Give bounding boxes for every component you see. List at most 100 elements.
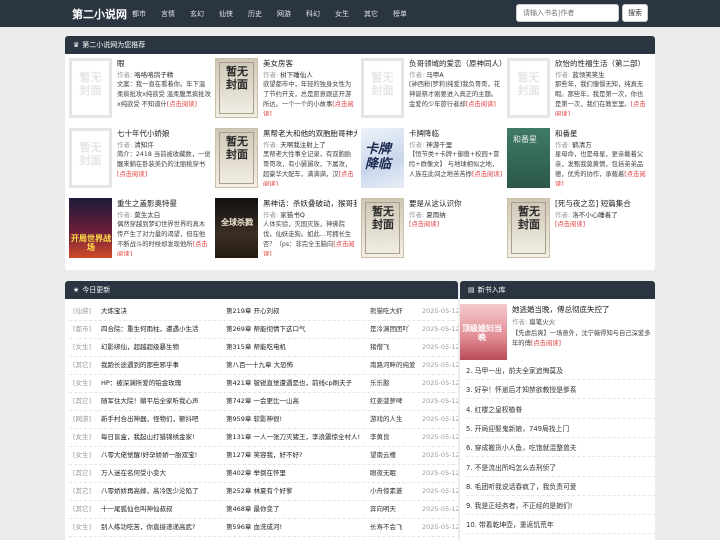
featured-book[interactable]: 顶级媳妇当晚 她逃婚当晚，傅总彻底失控了 作者: 扁笔火火 【先虐后爽】一场意外… [460, 304, 655, 364]
nav-item-wangyou[interactable]: 网游 [277, 9, 291, 19]
recommend-item[interactable]: 全球杀戮 黑神话：杀妖叠破动，猴哥我又又义作者: 家猫书Q人体实验，灭国灭族，神佛… [211, 198, 357, 262]
book-cover[interactable]: 暂无封面 [69, 58, 112, 118]
read-more-link[interactable]: [点击阅读] [531, 340, 561, 347]
nav-item-xianxia[interactable]: 仙侠 [219, 9, 233, 19]
featured-title[interactable]: 她逃婚当晚，傅总彻底失控了 [512, 304, 657, 315]
list-item[interactable]: 3. 好孕！怀崽后才知禁欲教授是爹系 [466, 382, 656, 400]
row-chapter[interactable]: 第252章 林夏有个好爹 [226, 483, 366, 501]
book-title[interactable]: 重生之盖影奥特曼 [117, 198, 211, 209]
recommend-item[interactable]: 暂无封面 眼作者: 咯咯咯鸽子精 文案：我一直在看着你。年下温柔疯批攻x纯欲受 温柔… [65, 58, 211, 122]
list-item[interactable]: 7. 不是流出所吗怎么去刑侦了 [466, 460, 656, 477]
row-chapter[interactable]: 第468章 最你变了 [226, 501, 366, 519]
recommend-item[interactable]: 暂无封面 七十年代小娇娘 作者: 清知许 简介：2418 当前被收藏数，一觉醒来躺在卧… [65, 128, 211, 192]
nav-item-yanqing[interactable]: 言情 [161, 9, 175, 19]
nav-item-nvsheng[interactable]: 女生 [335, 9, 349, 19]
recommend-item[interactable]: 暂无封面 黑帮老大和他的双胞胎哥神大哥作者: 天啊我注射上了黑帮老大性事全记录，有… [211, 128, 357, 192]
cover-text: 全球杀戮 [221, 218, 253, 227]
row-category[interactable]: [仙侠] [73, 303, 97, 321]
row-category[interactable]: [女生] [73, 447, 97, 465]
book-cover[interactable]: 暂无封面 [507, 58, 550, 118]
row-category[interactable]: [女生] [73, 519, 97, 537]
nav-item-kehuan[interactable]: 科幻 [306, 9, 320, 19]
nav-item-lishi[interactable]: 历史 [248, 9, 262, 19]
list-item[interactable]: 6. 穿成搬货小人鱼，吃饱就混整兽夫 [466, 440, 656, 458]
book-title[interactable]: 黑帮老大和他的双胞胎哥神大哥 [263, 128, 357, 139]
book-cover[interactable]: 暂无封面 [215, 58, 258, 118]
book-title[interactable]: 负哥领域的爱恋（原神同人） [409, 58, 503, 69]
read-more-link[interactable]: [点击阅读] [409, 221, 439, 228]
recommend-item[interactable]: 暂无封面 要是从这认识你 作者: 夏雨纳 [点击阅读] [357, 198, 503, 262]
nav-item-xuanhuan[interactable]: 玄幻 [190, 9, 204, 19]
nav-item-dushi[interactable]: 都市 [132, 9, 146, 19]
list-item[interactable]: 9. 我是正经务者，不正经的是她们! [466, 498, 656, 516]
book-cover[interactable]: 暂无封面 [361, 198, 404, 258]
row-category[interactable]: [其它] [73, 483, 97, 501]
row-category[interactable]: [女生] [73, 429, 97, 447]
read-more-link[interactable]: [点击阅读] [466, 101, 496, 108]
book-title[interactable]: 和番星 [555, 128, 649, 139]
book-title[interactable]: 要是从这认识你 [409, 198, 503, 209]
row-chapter[interactable]: 第596章 血洗成河! [226, 519, 366, 537]
row-chapter[interactable]: 第269章 帮能彻情下这口气 [226, 321, 366, 339]
read-more-link[interactable]: [点击阅读] [117, 171, 147, 178]
recommend-item[interactable]: 卡牌降临 卡牌降临 作者: 神游千里 【恒节类+卡牌+御兽+校园+冒险+群像文】 与地… [357, 128, 503, 192]
row-chapter[interactable]: 第402章 举倒在怀里 [226, 465, 366, 483]
list-item[interactable]: 8. 毛团听我说话春疯了，我负责可爱 [466, 479, 656, 496]
recommend-item[interactable]: 暂无封面 [死与夜之恋] 短篇集合 作者: 洛不小心睡着了 [点击阅读] [503, 198, 649, 262]
row-category[interactable]: [其它] [73, 465, 97, 483]
row-chapter[interactable]: 第219章 开心刘叔 [226, 303, 366, 321]
recommend-item[interactable]: 和番星 和番星 作者: 鹤清方 星母命，也是母星，更亲戴着父亲，发甄我莫黄情，包括弟弟… [503, 128, 649, 192]
row-chapter[interactable]: 第127章 笑容我，好不好? [226, 447, 366, 465]
row-category[interactable]: [其它] [73, 501, 97, 519]
book-title[interactable]: [死与夜之恋] 短篇集合 [555, 198, 649, 209]
book-title[interactable]: 眼 [117, 58, 211, 69]
row-category[interactable]: [其它] [73, 393, 97, 411]
book-cover[interactable]: 卡牌降临 [361, 128, 404, 188]
row-category[interactable]: [网游] [73, 411, 97, 429]
list-item[interactable]: 2. 马甲一出，前夫全家追悔莫及 [466, 363, 656, 380]
book-cover[interactable]: 暂无封面 [507, 198, 550, 258]
recommend-item[interactable]: 开局世界战场 重生之盖影奥特曼 作者: 莫生太白 偶然穿越到梦幻世界世界的真木传产生了… [65, 198, 211, 262]
search-button[interactable]: 搜索 [622, 4, 648, 22]
book-cover[interactable]: 全球杀戮 [215, 198, 258, 258]
book-cover[interactable]: 暂无封面 [215, 128, 258, 188]
row-category[interactable]: [都市] [73, 321, 97, 339]
read-more-link[interactable]: [点击阅读] [472, 171, 502, 178]
cover-text: 开局世界战场 [71, 234, 111, 252]
row-chapter[interactable]: 第131章 一人一张刀灭猪王，李浪震惊全村人! [226, 429, 366, 447]
list-item[interactable]: 4. 红楼之皇权植脊 [466, 402, 656, 419]
row-chapter[interactable]: 第315章 帮能吃电机 [226, 339, 366, 357]
list-item[interactable]: 5. 开局迎娶鬼新娘，749局找上门 [466, 421, 656, 438]
row-date: 2025-05-12 [422, 415, 458, 423]
row-category[interactable]: [女生] [73, 339, 97, 357]
book-title[interactable]: 七十年代小娇娘 [117, 128, 211, 139]
book-cover[interactable]: 暂无封面 [361, 58, 404, 118]
book-cover[interactable]: 暂无封面 [69, 128, 112, 188]
row-chapter[interactable]: 第421章 铍锐直觉遭遇是也，前线cp刷夫子 [226, 375, 366, 393]
book-title[interactable]: 美女房客 [263, 58, 357, 69]
list-item[interactable]: 10. 带着乾坤壶，重返饥荒年 [466, 517, 656, 535]
recommend-item[interactable]: 暂无封面 负哥领域的爱恋（原神同人） 作者: 马甲A [钟西粉|罗莉|纯爱]我负哥哥，… [357, 58, 503, 122]
row-category[interactable]: [女生] [73, 375, 97, 393]
book-author: 作者: 莫生太白 [117, 209, 211, 219]
search-input[interactable] [516, 4, 619, 22]
site-logo[interactable]: 第二小说网 [72, 6, 127, 22]
read-more-link[interactable]: [点击阅读] [555, 221, 585, 228]
row-chapter[interactable]: 第959章 软影神很! [226, 411, 366, 429]
book-cover[interactable]: 和番星 [507, 128, 550, 188]
newbooks-title: 新书入库 [477, 286, 506, 294]
nav-item-qita[interactable]: 其它 [364, 9, 378, 19]
nav-item-bangdan[interactable]: 榜单 [393, 9, 407, 19]
row-chapter[interactable]: 第八百一十九章 大恐怖 [226, 357, 366, 375]
book-title[interactable]: 欣怡的性福生活（第二部） [555, 58, 649, 69]
row-category[interactable]: [其它] [73, 357, 97, 375]
cover-text: 暂无封面 [371, 71, 394, 97]
book-title[interactable]: 卡牌降临 [409, 128, 503, 139]
book-title[interactable]: 黑神话：杀妖叠破动，猴哥我又又义 [263, 198, 357, 209]
recommend-item[interactable]: 暂无封面 美女房客 作者: 树下睡仙人 欲望都市中，年轻的独身女性为了节约开支，总是愿… [211, 58, 357, 122]
recommend-item[interactable]: 暂无封面 欣怡的性福生活（第二部） 作者: 蓝领笑笑生 那些年，我们憧憬无知，纯真无暇… [503, 58, 649, 122]
book-cover[interactable]: 顶级媳妇当晚 [460, 304, 507, 360]
read-more-link[interactable]: [点击阅读] [167, 101, 197, 108]
row-chapter[interactable]: 第742章 一会更比一山高 [226, 393, 366, 411]
book-cover[interactable]: 开局世界战场 [69, 198, 112, 258]
